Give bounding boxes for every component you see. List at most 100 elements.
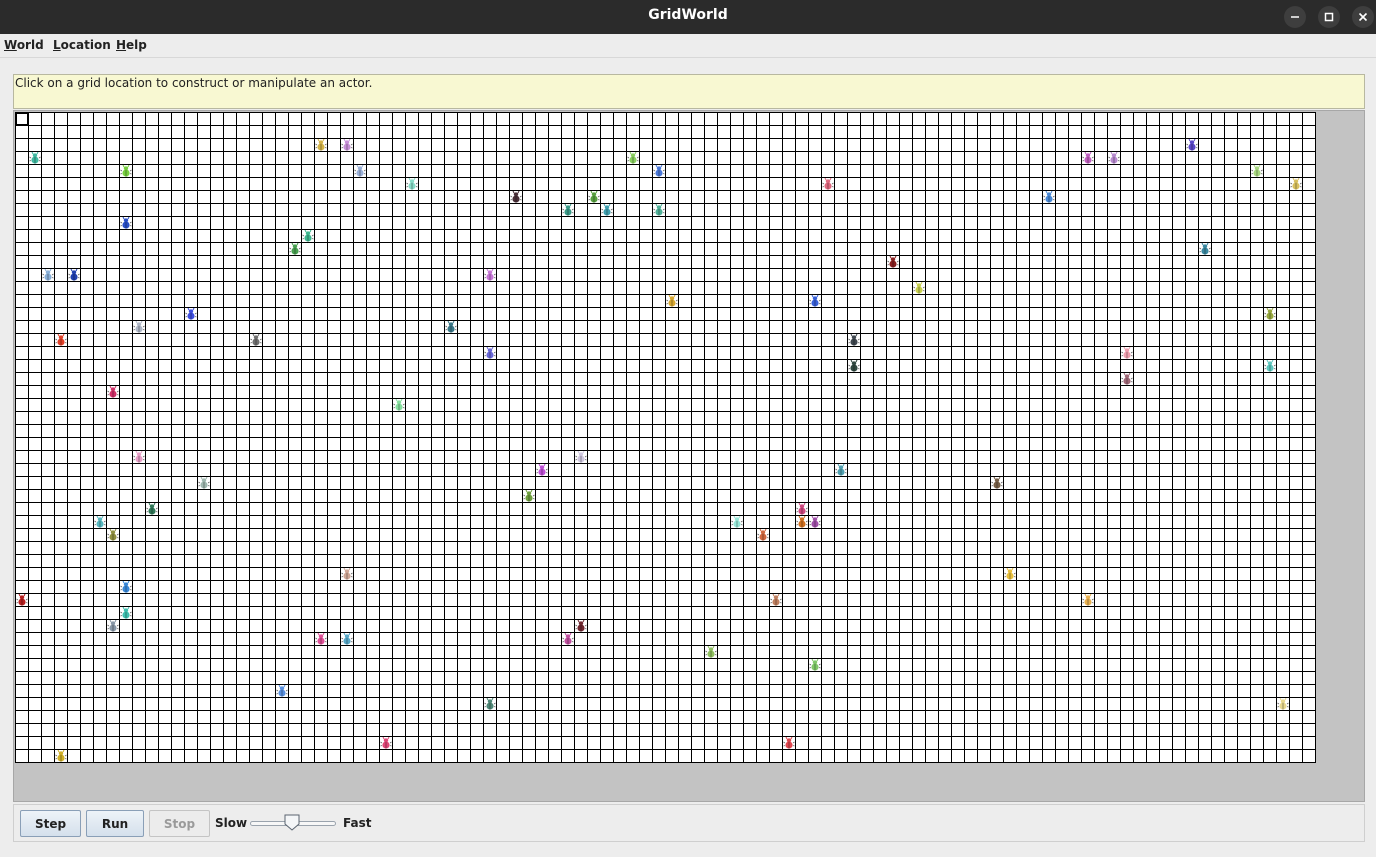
grid-actor[interactable]: [887, 256, 900, 269]
grid-actor[interactable]: [536, 464, 549, 477]
grid-actor[interactable]: [107, 620, 120, 633]
grid-actor[interactable]: [809, 659, 822, 672]
grid-actor[interactable]: [653, 165, 666, 178]
close-button[interactable]: [1352, 6, 1374, 28]
grid-actor[interactable]: [445, 321, 458, 334]
grid-actor[interactable]: [380, 737, 393, 750]
run-button[interactable]: Run: [86, 810, 144, 837]
grid-actor[interactable]: [757, 529, 770, 542]
grid-actor[interactable]: [1277, 698, 1290, 711]
menu-location[interactable]: Location: [53, 38, 111, 52]
grid-actor[interactable]: [1121, 373, 1134, 386]
grid-actor[interactable]: [341, 568, 354, 581]
grid-actor[interactable]: [575, 451, 588, 464]
grid-actor[interactable]: [1108, 152, 1121, 165]
grid-actor[interactable]: [835, 464, 848, 477]
grid-actor[interactable]: [796, 516, 809, 529]
grid-actor[interactable]: [341, 633, 354, 646]
grid-actor[interactable]: [133, 451, 146, 464]
bug-icon: [757, 529, 769, 541]
menu-world[interactable]: World: [4, 38, 44, 52]
grid-actor[interactable]: [796, 503, 809, 516]
grid-actor[interactable]: [1186, 139, 1199, 152]
grid-actor[interactable]: [562, 633, 575, 646]
grid-actor[interactable]: [55, 334, 68, 347]
grid-actor[interactable]: [133, 321, 146, 334]
grid-actor[interactable]: [822, 178, 835, 191]
grid-actor[interactable]: [120, 217, 133, 230]
grid-actor[interactable]: [107, 386, 120, 399]
grid-actor[interactable]: [315, 633, 328, 646]
grid-actor[interactable]: [120, 607, 133, 620]
grid-actor[interactable]: [848, 334, 861, 347]
menu-help[interactable]: Help: [116, 38, 147, 52]
grid-actor[interactable]: [705, 646, 718, 659]
grid-actor[interactable]: [120, 165, 133, 178]
stop-button[interactable]: Stop: [149, 810, 210, 837]
grid-actor[interactable]: [510, 191, 523, 204]
grid-actor[interactable]: [29, 152, 42, 165]
grid-actor[interactable]: [289, 243, 302, 256]
grid-actor[interactable]: [731, 516, 744, 529]
grid-actor[interactable]: [484, 347, 497, 360]
grid-actor[interactable]: [315, 139, 328, 152]
step-button[interactable]: Step: [20, 810, 81, 837]
grid-actor[interactable]: [666, 295, 679, 308]
grid-actor[interactable]: [653, 204, 666, 217]
bug-icon: [731, 516, 743, 528]
grid-actor[interactable]: [575, 620, 588, 633]
grid-actor[interactable]: [562, 204, 575, 217]
grid-actor[interactable]: [354, 165, 367, 178]
grid-actor[interactable]: [302, 230, 315, 243]
grid-actor[interactable]: [1082, 152, 1095, 165]
grid-actor[interactable]: [1082, 594, 1095, 607]
grid-actor[interactable]: [809, 295, 822, 308]
grid-actor[interactable]: [1264, 308, 1277, 321]
grid-actor[interactable]: [1251, 165, 1264, 178]
speed-slider[interactable]: [250, 813, 336, 833]
grid-actor[interactable]: [250, 334, 263, 347]
bug-icon: [289, 243, 301, 255]
grid-actor[interactable]: [523, 490, 536, 503]
grid-actor[interactable]: [1043, 191, 1056, 204]
grid-actor[interactable]: [198, 477, 211, 490]
bug-icon: [1108, 152, 1120, 164]
grid-actor[interactable]: [991, 477, 1004, 490]
grid-actor[interactable]: [913, 282, 926, 295]
grid-actor[interactable]: [393, 399, 406, 412]
grid-actor[interactable]: [1199, 243, 1212, 256]
grid-actor[interactable]: [588, 191, 601, 204]
grid-actor[interactable]: [276, 685, 289, 698]
grid-actor[interactable]: [601, 204, 614, 217]
grid-actor[interactable]: [107, 529, 120, 542]
minimize-button[interactable]: [1284, 6, 1306, 28]
grid-actor[interactable]: [809, 516, 822, 529]
grid-actor[interactable]: [16, 594, 29, 607]
maximize-button[interactable]: [1318, 6, 1340, 28]
grid-actor[interactable]: [770, 594, 783, 607]
grid-actor[interactable]: [94, 516, 107, 529]
grid-actor[interactable]: [484, 698, 497, 711]
grid-actor[interactable]: [1004, 568, 1017, 581]
grid-actor[interactable]: [1264, 360, 1277, 373]
grid-actor[interactable]: [68, 269, 81, 282]
grid-actor[interactable]: [42, 269, 55, 282]
grid-actor[interactable]: [1121, 347, 1134, 360]
grid-actor[interactable]: [627, 152, 640, 165]
grid-actor[interactable]: [783, 737, 796, 750]
grid-actor[interactable]: [120, 581, 133, 594]
grid-actor[interactable]: [484, 269, 497, 282]
grid-actor[interactable]: [185, 308, 198, 321]
bug-icon: [393, 399, 405, 411]
grid-actor[interactable]: [146, 503, 159, 516]
grid-actor[interactable]: [406, 178, 419, 191]
bug-icon: [120, 581, 132, 593]
grid-actor[interactable]: [55, 750, 68, 763]
world-grid[interactable]: [15, 112, 1316, 763]
title-bar: GridWorld: [0, 0, 1376, 34]
grid-actor[interactable]: [1290, 178, 1303, 191]
grid-actor[interactable]: [848, 360, 861, 373]
grid-actor[interactable]: [341, 139, 354, 152]
slider-thumb[interactable]: [284, 814, 300, 831]
selected-cell[interactable]: [15, 112, 29, 126]
